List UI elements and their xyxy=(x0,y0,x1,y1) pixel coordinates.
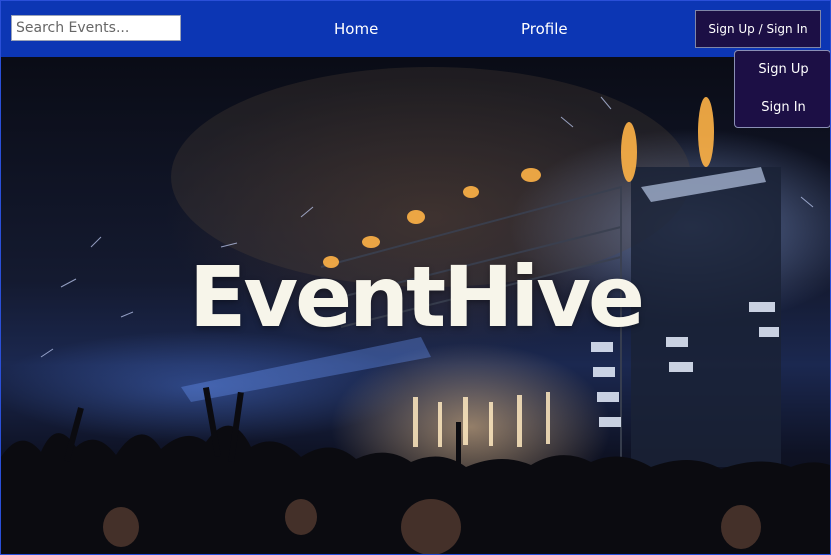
hero-banner: EventHive xyxy=(1,57,830,554)
brand-logo-text: EventHive xyxy=(189,248,645,346)
dropdown-item-sign-up[interactable]: Sign Up xyxy=(735,62,830,77)
dropdown-item-sign-in[interactable]: Sign In xyxy=(735,100,830,115)
nav-profile-link[interactable]: Profile xyxy=(521,20,568,38)
search-input[interactable] xyxy=(11,15,181,41)
navbar: Home Profile Sign Up / Sign In xyxy=(1,1,830,57)
nav-home-link[interactable]: Home xyxy=(334,20,378,38)
sign-up-sign-in-button[interactable]: Sign Up / Sign In xyxy=(695,10,821,48)
auth-dropdown-menu: Sign Up Sign In xyxy=(734,50,830,128)
page-frame: Home Profile Sign Up / Sign In Sign Up S… xyxy=(0,0,831,555)
